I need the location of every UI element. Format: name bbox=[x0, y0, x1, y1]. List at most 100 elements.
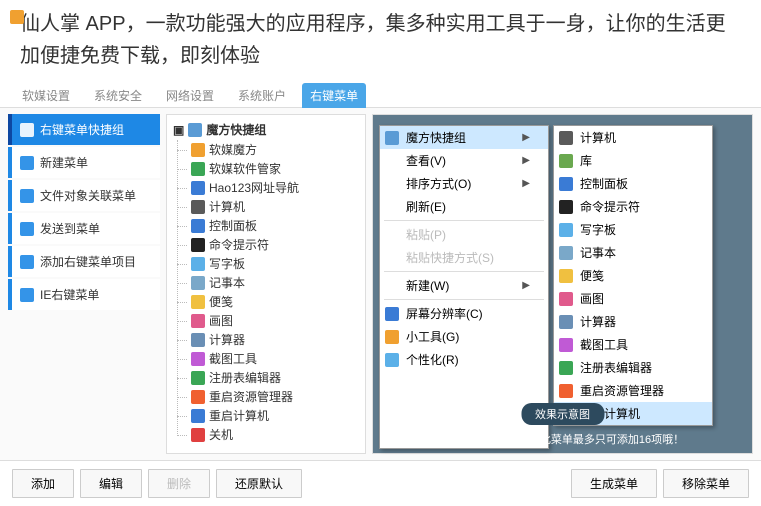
menu-item-icon bbox=[385, 131, 399, 145]
sidebar-item-new-menu[interactable]: 新建菜单 bbox=[8, 147, 160, 178]
menu-item-label: 刷新(E) bbox=[406, 198, 446, 215]
menu-separator bbox=[384, 299, 544, 300]
menu-item-icon bbox=[559, 246, 573, 260]
tree-node-label: 关机 bbox=[209, 426, 233, 443]
context-menu-item: 粘贴(P) bbox=[380, 223, 548, 246]
tree-node[interactable]: 控制面板 bbox=[189, 216, 363, 235]
context-menu-item[interactable]: 命令提示符 bbox=[554, 195, 712, 218]
generate-button[interactable]: 生成菜单 bbox=[571, 469, 657, 498]
tree-root-label: 魔方快捷组 bbox=[206, 121, 266, 138]
menu-separator bbox=[384, 220, 544, 221]
tree-node[interactable]: 便笺 bbox=[189, 292, 363, 311]
context-menu-item[interactable]: 控制面板 bbox=[554, 172, 712, 195]
tree-node[interactable]: 截图工具 bbox=[189, 349, 363, 368]
tab-3[interactable]: 系统账户 bbox=[230, 83, 294, 108]
tree-node[interactable]: 注册表编辑器 bbox=[189, 368, 363, 387]
app-icon bbox=[191, 238, 205, 252]
context-menu-item[interactable]: 截图工具 bbox=[554, 333, 712, 356]
app-icon bbox=[191, 428, 205, 442]
context-menu-item[interactable]: 库 bbox=[554, 149, 712, 172]
tree-node[interactable]: 记事本 bbox=[189, 273, 363, 292]
tree-node[interactable]: Hao123网址导航 bbox=[189, 178, 363, 197]
sidebar-item-label: 发送到菜单 bbox=[40, 220, 100, 237]
tree-node[interactable]: 重启资源管理器 bbox=[189, 387, 363, 406]
menu-item-label: 库 bbox=[580, 152, 592, 169]
menu-item-label: 查看(V) bbox=[406, 152, 446, 169]
context-menu-item[interactable]: 计算机 bbox=[554, 126, 712, 149]
menu-item-icon bbox=[559, 338, 573, 352]
context-menu-right: 计算机库控制面板命令提示符写字板记事本便笺画图计算器截图工具注册表编辑器重启资源… bbox=[553, 125, 713, 426]
sidebar-item-file-assoc[interactable]: 文件对象关联菜单 bbox=[8, 180, 160, 211]
app-icon bbox=[191, 409, 205, 423]
submenu-arrow-icon: ▶ bbox=[522, 280, 530, 291]
hint-text: 小提示：微软限制，此菜单最多只可添加16项哦！ bbox=[373, 431, 752, 447]
sidebar-item-add-context[interactable]: 添加右键菜单项目 bbox=[8, 246, 160, 277]
submenu-arrow-icon: ▶ bbox=[522, 155, 530, 166]
menu-item-icon bbox=[559, 154, 573, 168]
context-menu-item[interactable]: 新建(W)▶ bbox=[380, 274, 548, 297]
tab-2[interactable]: 网络设置 bbox=[158, 83, 222, 108]
sidebar-item-send-to[interactable]: 发送到菜单 bbox=[8, 213, 160, 244]
submenu-arrow-icon: ▶ bbox=[522, 178, 530, 189]
tree-root[interactable]: ▣ 魔方快捷组 软媒魔方软媒软件管家Hao123网址导航计算机控制面板命令提示符… bbox=[169, 119, 363, 444]
app-icon bbox=[191, 276, 205, 290]
menu-item-icon bbox=[385, 307, 399, 321]
context-menu-item[interactable]: 计算器 bbox=[554, 310, 712, 333]
menu-item-icon bbox=[385, 353, 399, 367]
edit-button[interactable]: 编辑 bbox=[80, 469, 142, 498]
app-icon bbox=[191, 219, 205, 233]
context-menu-item[interactable]: 注册表编辑器 bbox=[554, 356, 712, 379]
context-menu-item[interactable]: 刷新(E) bbox=[380, 195, 548, 218]
context-menu-item[interactable]: 记事本 bbox=[554, 241, 712, 264]
sidebar-item-label: 添加右键菜单项目 bbox=[40, 253, 136, 270]
tab-0[interactable]: 软媒设置 bbox=[14, 83, 78, 108]
context-menu-item[interactable]: 排序方式(O)▶ bbox=[380, 172, 548, 195]
main-area: 右键菜单快捷组新建菜单文件对象关联菜单发送到菜单添加右键菜单项目 IE右键菜单 ▣… bbox=[0, 108, 761, 460]
context-menu-item[interactable]: 便笺 bbox=[554, 264, 712, 287]
menu-item-icon bbox=[559, 131, 573, 145]
menu-separator bbox=[384, 271, 544, 272]
tree-node[interactable]: 关机 bbox=[189, 425, 363, 444]
context-menu-item[interactable]: 小工具(G) bbox=[380, 325, 548, 348]
tree-node[interactable]: 计算器 bbox=[189, 330, 363, 349]
menu-item-label: 魔方快捷组 bbox=[406, 129, 466, 146]
context-menu-item[interactable]: 写字板 bbox=[554, 218, 712, 241]
remove-button[interactable]: 移除菜单 bbox=[663, 469, 749, 498]
context-menu-item[interactable]: 重启资源管理器 bbox=[554, 379, 712, 402]
tree-node[interactable]: 重启计算机 bbox=[189, 406, 363, 425]
tree-node[interactable]: 计算机 bbox=[189, 197, 363, 216]
tree-node-label: 重启资源管理器 bbox=[209, 388, 293, 405]
tree-node[interactable]: 软媒软件管家 bbox=[189, 159, 363, 178]
menu-item-label: 记事本 bbox=[580, 244, 616, 261]
tab-1[interactable]: 系统安全 bbox=[86, 83, 150, 108]
menu-item-label: 粘贴快捷方式(S) bbox=[406, 249, 494, 266]
app-badge-icon bbox=[10, 10, 24, 24]
tree-node[interactable]: 画图 bbox=[189, 311, 363, 330]
tree-node[interactable]: 写字板 bbox=[189, 254, 363, 273]
menu-item-label: 便笺 bbox=[580, 267, 604, 284]
menu-item-icon bbox=[559, 361, 573, 375]
menu-item-icon bbox=[385, 330, 399, 344]
context-menu-item[interactable]: 魔方快捷组▶ bbox=[380, 126, 548, 149]
sidebar-item-shortcut-group[interactable]: 右键菜单快捷组 bbox=[8, 114, 160, 145]
app-icon bbox=[191, 352, 205, 366]
app-icon bbox=[191, 181, 205, 195]
collapse-icon[interactable]: ▣ bbox=[173, 123, 184, 137]
preview-panel: 魔方快捷组▶查看(V)▶排序方式(O)▶刷新(E)粘贴(P)粘贴快捷方式(S)新… bbox=[372, 114, 753, 454]
context-menu-item[interactable]: 查看(V) ▶ bbox=[380, 149, 548, 172]
context-menu-item[interactable]: 屏幕分辨率(C) bbox=[380, 302, 548, 325]
tree-node[interactable]: 软媒魔方 bbox=[189, 140, 363, 159]
restore-button[interactable]: 还原默认 bbox=[216, 469, 302, 498]
context-menu-left: 魔方快捷组▶查看(V)▶排序方式(O)▶刷新(E)粘贴(P)粘贴快捷方式(S)新… bbox=[379, 125, 549, 449]
tab-4[interactable]: 右键菜单 bbox=[302, 83, 366, 108]
tree-node[interactable]: 命令提示符 bbox=[189, 235, 363, 254]
sidebar-item-ie-context[interactable]: IE右键菜单 bbox=[8, 279, 160, 310]
context-menu-item[interactable]: 个性化(R) bbox=[380, 348, 548, 371]
add-button[interactable]: 添加 bbox=[12, 469, 74, 498]
menu-item-label: 屏幕分辨率(C) bbox=[406, 305, 483, 322]
file-icon bbox=[20, 189, 34, 203]
send-icon bbox=[20, 222, 34, 236]
sidebar-item-label: 新建菜单 bbox=[40, 154, 88, 171]
context-menu-item[interactable]: 画图 bbox=[554, 287, 712, 310]
tree-node-label: 截图工具 bbox=[209, 350, 257, 367]
